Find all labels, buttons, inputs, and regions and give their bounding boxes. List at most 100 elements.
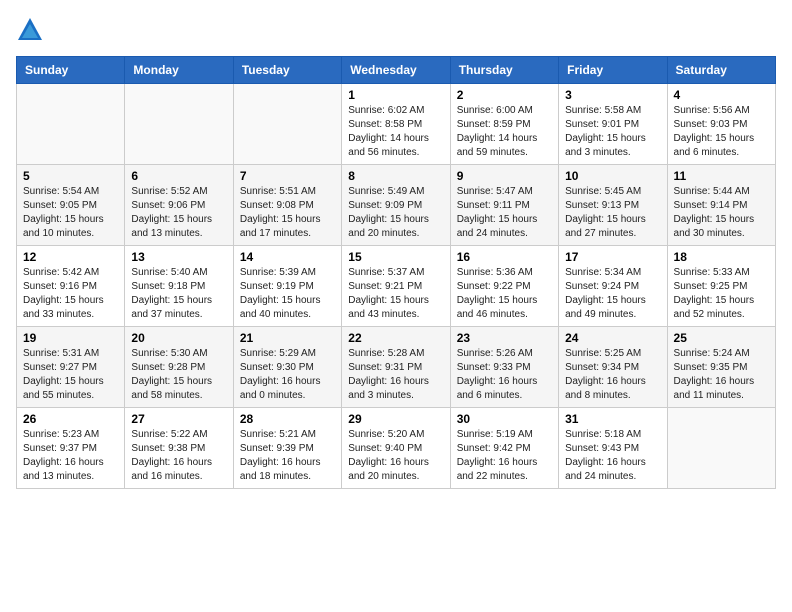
calendar-cell: 21 Sunrise: 5:29 AM Sunset: 9:30 PM Dayli… (233, 327, 341, 408)
day-info: Sunrise: 6:00 AM Sunset: 8:59 PM Dayligh… (457, 104, 552, 160)
calendar-cell (125, 84, 233, 165)
day-number: 24 (565, 331, 660, 345)
day-info: Sunrise: 5:54 AM Sunset: 9:05 PM Dayligh… (23, 185, 118, 241)
calendar-cell: 17 Sunrise: 5:34 AM Sunset: 9:24 PM Dayli… (559, 246, 667, 327)
day-info: Sunrise: 5:44 AM Sunset: 9:14 PM Dayligh… (674, 185, 769, 241)
day-number: 14 (240, 250, 335, 264)
day-number: 13 (131, 250, 226, 264)
day-number: 6 (131, 169, 226, 183)
calendar-cell: 9 Sunrise: 5:47 AM Sunset: 9:11 PM Daylig… (450, 165, 558, 246)
calendar-cell: 18 Sunrise: 5:33 AM Sunset: 9:25 PM Dayli… (667, 246, 775, 327)
day-number: 1 (348, 88, 443, 102)
calendar-cell: 3Sunrise: 5:58 AM Sunset: 9:01 PM Daylig… (559, 84, 667, 165)
day-number: 29 (348, 412, 443, 426)
day-number: 21 (240, 331, 335, 345)
day-number: 30 (457, 412, 552, 426)
day-info: Sunrise: 5:25 AM Sunset: 9:34 PM Dayligh… (565, 347, 660, 403)
calendar-cell: 4Sunrise: 5:56 AM Sunset: 9:03 PM Daylig… (667, 84, 775, 165)
day-info: Sunrise: 5:34 AM Sunset: 9:24 PM Dayligh… (565, 266, 660, 322)
calendar-cell: 25 Sunrise: 5:24 AM Sunset: 9:35 PM Dayli… (667, 327, 775, 408)
weekday-header: Saturday (667, 57, 775, 84)
calendar-cell: 29Sunrise: 5:20 AM Sunset: 9:40 PM Dayli… (342, 408, 450, 489)
calendar-cell: 26 Sunrise: 5:23 AM Sunset: 9:37 PM Dayli… (17, 408, 125, 489)
day-number: 4 (674, 88, 769, 102)
calendar-week-row: 5 Sunrise: 5:54 AM Sunset: 9:05 PM Daylig… (17, 165, 776, 246)
calendar-cell: 20 Sunrise: 5:30 AM Sunset: 9:28 PM Dayli… (125, 327, 233, 408)
day-number: 9 (457, 169, 552, 183)
day-info: Sunrise: 5:26 AM Sunset: 9:33 PM Dayligh… (457, 347, 552, 403)
day-info: Sunrise: 5:29 AM Sunset: 9:30 PM Dayligh… (240, 347, 335, 403)
calendar-cell (233, 84, 341, 165)
calendar-table: SundayMondayTuesdayWednesdayThursdayFrid… (16, 56, 776, 489)
day-info: Sunrise: 5:47 AM Sunset: 9:11 PM Dayligh… (457, 185, 552, 241)
calendar-cell: 7 Sunrise: 5:51 AM Sunset: 9:08 PM Daylig… (233, 165, 341, 246)
calendar-cell: 28Sunrise: 5:21 AM Sunset: 9:39 PM Dayli… (233, 408, 341, 489)
day-info: Sunrise: 5:23 AM Sunset: 9:37 PM Dayligh… (23, 428, 118, 484)
day-info: Sunrise: 5:42 AM Sunset: 9:16 PM Dayligh… (23, 266, 118, 322)
calendar-cell: 30 Sunrise: 5:19 AM Sunset: 9:42 PM Dayli… (450, 408, 558, 489)
day-info: Sunrise: 5:31 AM Sunset: 9:27 PM Dayligh… (23, 347, 118, 403)
day-number: 17 (565, 250, 660, 264)
day-number: 10 (565, 169, 660, 183)
calendar-cell: 1 Sunrise: 6:02 AM Sunset: 8:58 PM Daylig… (342, 84, 450, 165)
calendar-cell: 12 Sunrise: 5:42 AM Sunset: 9:16 PM Dayli… (17, 246, 125, 327)
calendar-cell: 19 Sunrise: 5:31 AM Sunset: 9:27 PM Dayli… (17, 327, 125, 408)
calendar-week-row: 1 Sunrise: 6:02 AM Sunset: 8:58 PM Daylig… (17, 84, 776, 165)
calendar-week-row: 12 Sunrise: 5:42 AM Sunset: 9:16 PM Dayli… (17, 246, 776, 327)
day-info: Sunrise: 5:33 AM Sunset: 9:25 PM Dayligh… (674, 266, 769, 322)
day-info: Sunrise: 5:36 AM Sunset: 9:22 PM Dayligh… (457, 266, 552, 322)
day-info: Sunrise: 5:40 AM Sunset: 9:18 PM Dayligh… (131, 266, 226, 322)
day-number: 15 (348, 250, 443, 264)
weekday-header: Wednesday (342, 57, 450, 84)
calendar-week-row: 19 Sunrise: 5:31 AM Sunset: 9:27 PM Dayli… (17, 327, 776, 408)
day-info: Sunrise: 6:02 AM Sunset: 8:58 PM Dayligh… (348, 104, 443, 160)
day-info: Sunrise: 5:21 AM Sunset: 9:39 PM Dayligh… (240, 428, 335, 484)
day-number: 20 (131, 331, 226, 345)
day-info: Sunrise: 5:19 AM Sunset: 9:42 PM Dayligh… (457, 428, 552, 484)
day-info: Sunrise: 5:22 AM Sunset: 9:38 PM Dayligh… (131, 428, 226, 484)
calendar-week-row: 26 Sunrise: 5:23 AM Sunset: 9:37 PM Dayli… (17, 408, 776, 489)
day-number: 23 (457, 331, 552, 345)
day-number: 8 (348, 169, 443, 183)
day-number: 26 (23, 412, 118, 426)
calendar-cell: 22 Sunrise: 5:28 AM Sunset: 9:31 PM Dayli… (342, 327, 450, 408)
day-number: 3 (565, 88, 660, 102)
calendar-cell: 13 Sunrise: 5:40 AM Sunset: 9:18 PM Dayli… (125, 246, 233, 327)
day-number: 18 (674, 250, 769, 264)
day-number: 2 (457, 88, 552, 102)
weekday-header: Thursday (450, 57, 558, 84)
day-number: 16 (457, 250, 552, 264)
calendar-cell: 8 Sunrise: 5:49 AM Sunset: 9:09 PM Daylig… (342, 165, 450, 246)
weekday-header: Monday (125, 57, 233, 84)
calendar-cell: 24 Sunrise: 5:25 AM Sunset: 9:34 PM Dayli… (559, 327, 667, 408)
calendar-cell (17, 84, 125, 165)
weekday-header-row: SundayMondayTuesdayWednesdayThursdayFrid… (17, 57, 776, 84)
day-info: Sunrise: 5:18 AM Sunset: 9:43 PM Dayligh… (565, 428, 660, 484)
day-info: Sunrise: 5:52 AM Sunset: 9:06 PM Dayligh… (131, 185, 226, 241)
day-number: 5 (23, 169, 118, 183)
calendar-cell: 6 Sunrise: 5:52 AM Sunset: 9:06 PM Daylig… (125, 165, 233, 246)
day-number: 19 (23, 331, 118, 345)
day-info: Sunrise: 5:37 AM Sunset: 9:21 PM Dayligh… (348, 266, 443, 322)
day-info: Sunrise: 5:28 AM Sunset: 9:31 PM Dayligh… (348, 347, 443, 403)
calendar-cell: 31Sunrise: 5:18 AM Sunset: 9:43 PM Dayli… (559, 408, 667, 489)
day-number: 22 (348, 331, 443, 345)
day-number: 25 (674, 331, 769, 345)
day-info: Sunrise: 5:24 AM Sunset: 9:35 PM Dayligh… (674, 347, 769, 403)
calendar-cell: 15 Sunrise: 5:37 AM Sunset: 9:21 PM Dayli… (342, 246, 450, 327)
calendar-cell (667, 408, 775, 489)
weekday-header: Friday (559, 57, 667, 84)
logo (16, 16, 48, 44)
calendar-cell: 2 Sunrise: 6:00 AM Sunset: 8:59 PM Daylig… (450, 84, 558, 165)
day-number: 12 (23, 250, 118, 264)
calendar-cell: 5 Sunrise: 5:54 AM Sunset: 9:05 PM Daylig… (17, 165, 125, 246)
weekday-header: Tuesday (233, 57, 341, 84)
day-number: 7 (240, 169, 335, 183)
day-info: Sunrise: 5:51 AM Sunset: 9:08 PM Dayligh… (240, 185, 335, 241)
day-info: Sunrise: 5:49 AM Sunset: 9:09 PM Dayligh… (348, 185, 443, 241)
day-info: Sunrise: 5:39 AM Sunset: 9:19 PM Dayligh… (240, 266, 335, 322)
calendar-cell: 23 Sunrise: 5:26 AM Sunset: 9:33 PM Dayli… (450, 327, 558, 408)
logo-icon (16, 16, 44, 44)
day-info: Sunrise: 5:30 AM Sunset: 9:28 PM Dayligh… (131, 347, 226, 403)
calendar-cell: 14 Sunrise: 5:39 AM Sunset: 9:19 PM Dayli… (233, 246, 341, 327)
